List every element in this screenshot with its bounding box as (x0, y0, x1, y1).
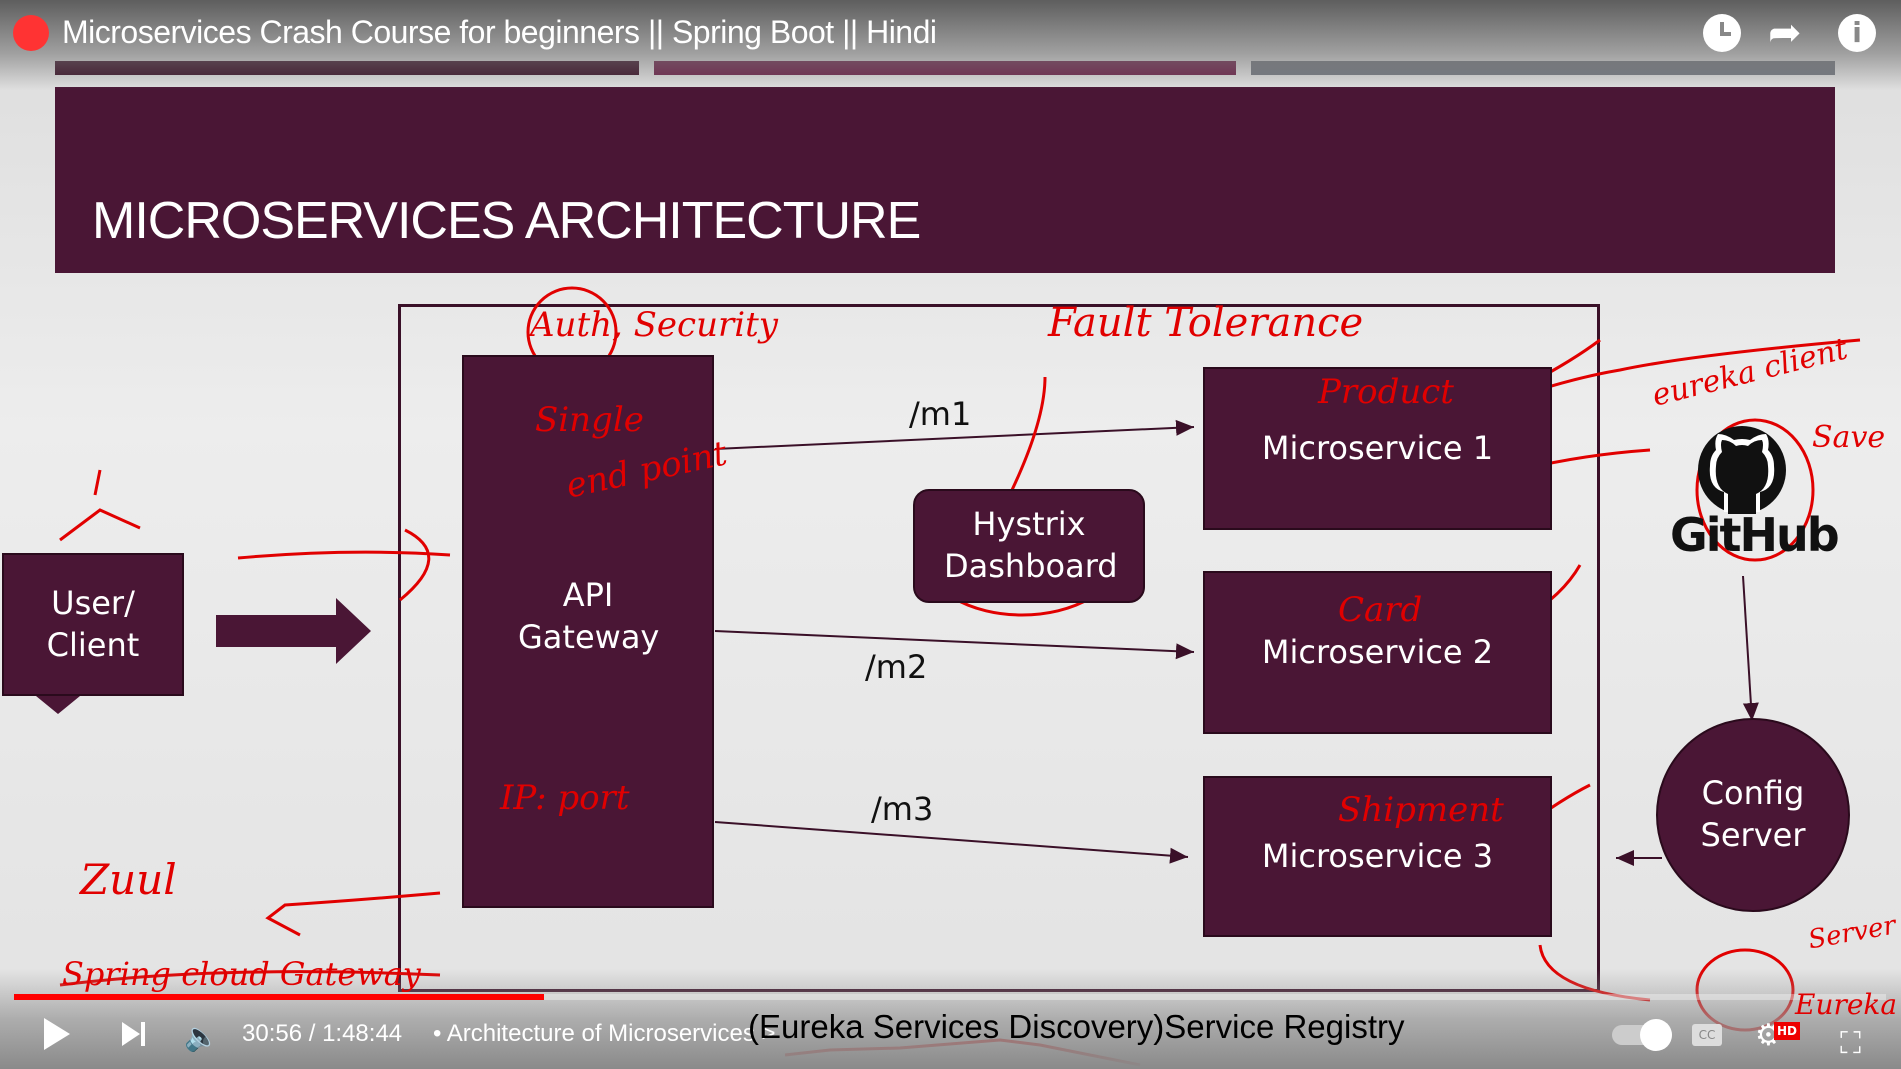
route-label-m3: /m3 (871, 790, 934, 828)
microservice-label: Microservice 3 (1261, 836, 1494, 875)
config-server-circle: Config Server (1656, 718, 1850, 912)
route-line-m3 (714, 821, 1189, 864)
user-client-tail (36, 696, 80, 714)
annotation-single: Single (535, 400, 644, 440)
autoplay-toggle[interactable] (1612, 1019, 1672, 1051)
route-label-m2: /m2 (865, 648, 928, 686)
cc-icon[interactable]: CC (1692, 1024, 1722, 1046)
hystrix-dashboard-box: Hystrix Dashboard (913, 489, 1145, 603)
github-to-config-line (1742, 575, 1759, 722)
annotation-auth: Auth, Security (530, 305, 778, 345)
play-icon[interactable] (44, 1018, 70, 1050)
channel-avatar[interactable] (13, 15, 49, 51)
watch-later-icon[interactable] (1703, 14, 1741, 52)
github-logo-icon (1698, 426, 1786, 514)
progress-played (14, 994, 544, 1000)
user-client-label: User/ Client (46, 583, 140, 664)
microservice-label: Microservice 1 (1261, 428, 1494, 467)
next-icon[interactable] (122, 1022, 140, 1046)
chapter-title[interactable]: • Architecture of Microservices > (433, 1020, 776, 1048)
annotation-fault-tolerance: Fault Tolerance (1048, 300, 1364, 346)
route-label-m1: /m1 (909, 395, 972, 433)
user-client-box: User/ Client (2, 553, 184, 696)
annotation-gateway: Spring cloud Gateway (62, 955, 421, 993)
hd-badge: HD (1774, 1022, 1801, 1040)
config-server-label: Config Server (1700, 774, 1806, 854)
info-icon[interactable]: i (1838, 14, 1876, 52)
fullscreen-exit-icon[interactable]: ⛶ (1840, 1026, 1861, 1061)
client-arrow (216, 598, 371, 664)
share-icon[interactable]: ➦ (1768, 10, 1802, 56)
api-gateway-label: API Gateway (518, 575, 660, 656)
next-bar (141, 1022, 145, 1046)
annotation-save: Save (1812, 420, 1886, 455)
annotation-eureka: Eureka (1795, 988, 1898, 1021)
progress-bar[interactable] (14, 994, 1886, 1000)
time-display: 30:56 / 1:48:44 (242, 1020, 403, 1047)
hystrix-label: Hystrix Dashboard (944, 505, 1118, 585)
microservice-label: Microservice 2 (1261, 632, 1494, 671)
github-wordmark: GitHub (1670, 508, 1840, 562)
annotation-shipment: Shipment (1338, 790, 1504, 830)
volume-icon[interactable]: 🔈 (184, 1020, 219, 1053)
video-title[interactable]: Microservices Crash Course for beginners… (62, 14, 937, 51)
annotation-zuul: Zuul (80, 855, 177, 904)
annotation-card: Card (1338, 590, 1423, 630)
caption-text: (Eureka Services Discovery)Service Regis… (748, 1008, 1405, 1045)
annotation-ip-port: IP: port (500, 778, 630, 818)
route-line-m2 (714, 630, 1195, 660)
annotation-product: Product (1318, 372, 1454, 412)
